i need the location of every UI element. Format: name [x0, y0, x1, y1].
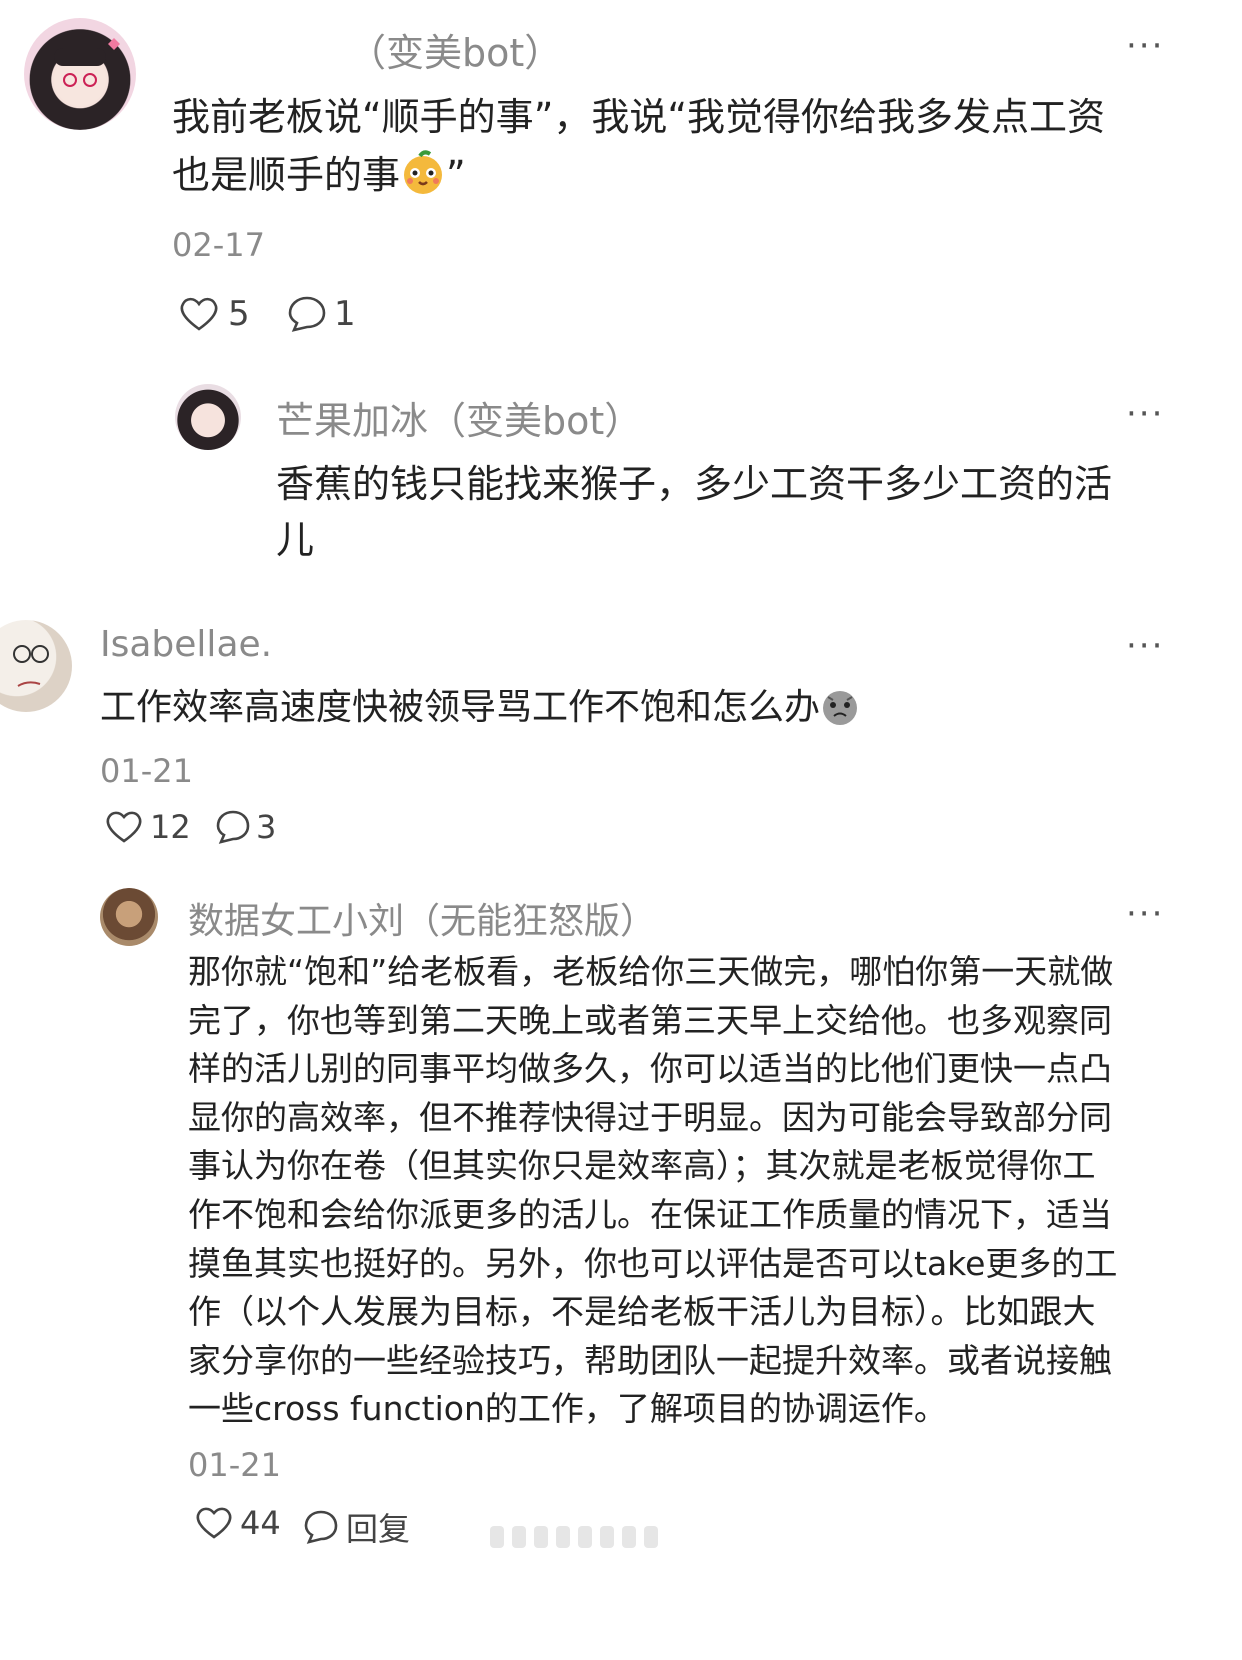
reply-author[interactable]: 芒果加冰（变美bot） — [276, 390, 642, 445]
avatar[interactable] — [0, 620, 72, 712]
reply-text-line: 作（以个人发展为目标，不是给老板干活儿为目标）。比如跟大 — [188, 1292, 1096, 1332]
reply-text-line: 完了，你也等到第二天晚上或者第三天早上交给他。也多观察同 — [188, 1000, 1112, 1040]
reply-date: 01-21 — [188, 1446, 281, 1484]
watermark — [490, 1520, 690, 1554]
comment-bubble-icon — [288, 296, 326, 332]
comment-text: 工作效率高速度快被领导骂工作不饱和怎么办 — [100, 684, 860, 740]
reply-button[interactable]: 3 — [214, 808, 276, 846]
reply-text-line: 家分享你的一些经验技巧，帮助团队一起提升效率。或者说接触 — [188, 1340, 1112, 1380]
crying-face-emoji-icon — [820, 687, 860, 740]
like-button[interactable]: 44 — [194, 1504, 281, 1542]
more-options-button[interactable]: ··· — [1126, 397, 1164, 431]
more-options-button[interactable]: ··· — [1126, 897, 1164, 931]
reply-text-line: 显你的高效率，但不推荐快得过于明显。因为可能会导致部分同 — [188, 1097, 1112, 1137]
reply-text-line: 摸鱼其实也挺好的。另外，你也可以评估是否可以take更多的工 — [188, 1243, 1118, 1283]
comment-text-segment: ” — [446, 153, 466, 197]
reply-text-line: 一些cross function的工作，了解项目的协调运作。 — [188, 1389, 947, 1429]
comment-author[interactable]: Isabellae. — [100, 624, 272, 665]
comment-text: 我前老板说“顺手的事”，我说“我觉得你给我多发点工资 也是顺手的事 ” — [172, 88, 1172, 212]
comment-bubble-icon — [304, 1510, 338, 1544]
avatar-cup-icon — [13, 645, 49, 687]
reply-button[interactable]: 1 — [286, 294, 356, 334]
more-options-button[interactable]: ··· — [1126, 29, 1164, 63]
avatar[interactable] — [24, 18, 136, 130]
comment-text-line: 也是顺手的事 ” — [172, 146, 1172, 212]
watermark-logo-icon — [490, 1526, 658, 1548]
heart-icon — [180, 297, 218, 331]
heart-icon — [106, 811, 142, 843]
reply-text-line: 香蕉的钱只能找来猴子，多少工资干多少工资的活 — [276, 462, 1113, 506]
reply-count: 1 — [334, 294, 356, 334]
comment-text-segment: 工作效率高速度快被领导骂工作不饱和怎么办 — [100, 687, 821, 728]
more-options-button[interactable]: ··· — [1126, 629, 1164, 663]
reply-author[interactable]: 数据女工小刘（无能狂怒版） — [188, 892, 656, 944]
comment-author[interactable]: （变美bot） — [348, 22, 562, 77]
like-count: 44 — [240, 1504, 281, 1542]
like-button[interactable]: 12 — [104, 808, 191, 846]
reply-button[interactable]: 回复 — [302, 1504, 410, 1550]
like-count: 12 — [150, 808, 191, 846]
like-count: 5 — [228, 294, 250, 334]
comment-text-segment: 也是顺手的事 — [172, 153, 401, 197]
reply-text-line: 事认为你在卷（但其实你只是效率高）；其次就是老板觉得你工 — [188, 1146, 1096, 1186]
reply-label: 回复 — [346, 1510, 411, 1548]
reply-count: 3 — [256, 808, 277, 846]
reply-text-line: 样的活儿别的同事平均做多久，你可以适当的比他们更快一点凸 — [188, 1049, 1112, 1089]
reply-text-line: 那你就“饱和”给老板看，老板给你三天做完，哪怕你第一天就做 — [188, 952, 1114, 991]
avatar[interactable] — [100, 888, 158, 946]
avatar-portrait-icon — [54, 38, 120, 106]
reply-text-line: 儿 — [276, 518, 315, 562]
comment-bubble-icon — [216, 810, 250, 844]
comment-date: 02-17 — [172, 226, 265, 264]
heart-icon — [196, 1507, 232, 1539]
reply-text: 香蕉的钱只能找来猴子，多少工资干多少工资的活 儿 — [276, 456, 1176, 568]
reply-text-line: 作不饱和会给你派更多的活儿。在保证工作质量的情况下，适当 — [188, 1194, 1112, 1234]
avatar[interactable] — [175, 384, 241, 450]
like-button[interactable]: 5 — [178, 294, 250, 334]
mango-face-emoji-icon — [400, 150, 446, 212]
comment-date: 01-21 — [100, 752, 193, 790]
comment-text-line: 我前老板说“顺手的事”，我说“我觉得你给我多发点工资 — [172, 95, 1106, 139]
reply-text: 那你就“饱和”给老板看，老板给你三天做完，哪怕你第一天就做 完了，你也等到第二天晚… — [188, 948, 1178, 1434]
